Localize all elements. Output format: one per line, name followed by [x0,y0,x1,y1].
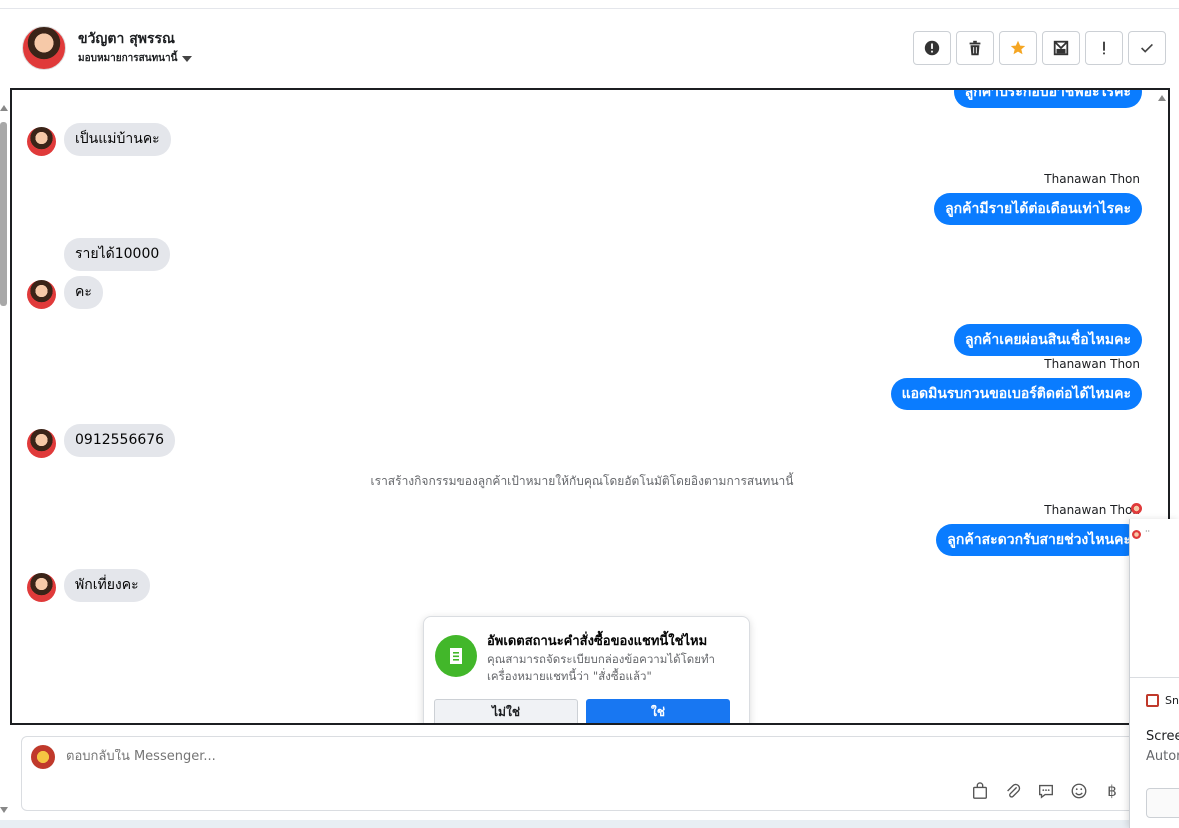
contact-avatar[interactable] [22,26,66,70]
outgoing-message[interactable]: ลูกค้าเคยผ่อนสินเชื่อไหมคะ [953,324,1142,356]
attach-button[interactable] [1003,781,1023,801]
exclamation-icon [1103,41,1105,55]
assign-label: มอบหมายการสนทนานี้ [78,53,178,64]
baht-icon: ฿ [1107,782,1117,800]
contact-name[interactable]: ขวัญตา สุพรรณ [78,28,175,50]
mark-done-button[interactable] [1128,31,1166,65]
scroll-down-arrow-icon[interactable] [0,807,8,813]
alert-circle-icon [924,40,940,56]
check-icon [1141,43,1153,53]
order-prompt-title: อัพเดตสถานะคำสั่งซื้อของแชทนี้ใช่ไหม [487,634,708,649]
page-scrollbar[interactable] [0,100,8,825]
incoming-message[interactable]: คะ [64,276,103,309]
outgoing-message[interactable]: ลูกค้ามีรายได้ต่อเดือนเท่าไรคะ [934,193,1142,225]
order-prompt-description: คุณสามารถจัดระเบียบกล่องข้อความได้โดยทำเ… [487,652,716,683]
incoming-message[interactable]: 0912556676 [64,424,176,457]
system-notification: เราสร้างกิจกรรมของลูกค้าเป้าหมายให้กับคุ… [370,474,794,488]
popup-title: Scree [1146,729,1179,744]
bottom-strip [0,820,1179,828]
outgoing-message[interactable]: แอดมินรบกวนขอเบอร์ติดต่อได้ไหมคะ [890,378,1142,410]
reply-input[interactable] [66,749,1066,764]
contact-message-avatar [27,573,56,602]
thread-scroll-up-icon[interactable] [1158,95,1166,101]
header-toolbar [913,31,1166,65]
quick-reply-button[interactable] [1036,781,1056,801]
emoji-button[interactable] [1069,781,1089,801]
contact-message-avatar [27,429,56,458]
mark-unread-button[interactable] [1042,31,1080,65]
popup-divider [1130,677,1179,678]
outgoing-message[interactable]: ลูกค้าประกอบอาชีพอะไรคะ [953,90,1142,108]
sender-name: Thanawan Thon [1044,172,1140,186]
payment-button[interactable]: ฿ [1102,781,1122,801]
top-divider [0,0,1179,9]
star-icon [1010,40,1026,55]
shopping-bag-icon [973,782,987,799]
order-status-prompt: อัพเดตสถานะคำสั่งซื้อของแชทนี้ใช่ไหม คุณ… [423,616,750,723]
star-button[interactable] [999,31,1037,65]
popup-action-button[interactable] [1146,788,1179,818]
snipping-tool-label: Sn [1146,694,1179,707]
notification-popup[interactable]: ·· Sn Scree Autom [1129,519,1179,828]
emoji-icon [1071,783,1087,799]
caret-down-icon [182,55,193,62]
scroll-up-arrow-icon[interactable] [0,105,8,111]
spam-button[interactable] [1085,31,1123,65]
mini-preview-text: ·· [1145,527,1151,536]
assign-conversation-dropdown[interactable]: มอบหมายการสนทนานี้ [78,51,193,66]
contact-message-avatar [27,280,56,309]
mini-avatar [1131,503,1142,514]
delete-button[interactable] [956,31,994,65]
sender-name: Thanawan Thon [1044,357,1140,371]
composer-toolbar: ฿ [970,781,1122,801]
incoming-message[interactable]: เป็นแม่บ้านคะ [64,123,171,156]
sender-name: Thanawan Thon [1044,503,1140,517]
conversation-header: ขวัญตา สุพรรณ มอบหมายการสนทนานี้ [10,10,1179,88]
no-button[interactable]: ไม่ใช่ [434,699,578,723]
paperclip-icon [1007,783,1021,798]
alert-button[interactable] [913,31,951,65]
outgoing-message[interactable]: ลูกค้าสะดวกรับสายช่วงไหนคะ [936,524,1142,556]
popup-subtitle: Autom [1146,749,1179,764]
contact-message-avatar [27,127,56,156]
scroll-thumb[interactable] [0,122,7,306]
message-thread[interactable]: ลูกค้าประกอบอาชีพอะไรคะ เป็นแม่บ้านคะ Th… [10,88,1170,725]
order-receipt-icon [435,635,477,677]
mini-avatar [1132,530,1141,539]
yes-button[interactable]: ใช่ [586,699,730,723]
reply-composer: ฿ [21,736,1141,811]
scissors-icon [1146,694,1159,707]
incoming-message[interactable]: พักเที่ยงคะ [64,569,150,602]
quick-reply-icon [1039,784,1053,799]
shopping-bag-button[interactable] [970,781,990,801]
mail-icon [1053,40,1069,56]
incoming-message[interactable]: รายได้10000 [64,238,171,271]
trash-icon [969,40,981,56]
page-avatar [31,745,55,769]
